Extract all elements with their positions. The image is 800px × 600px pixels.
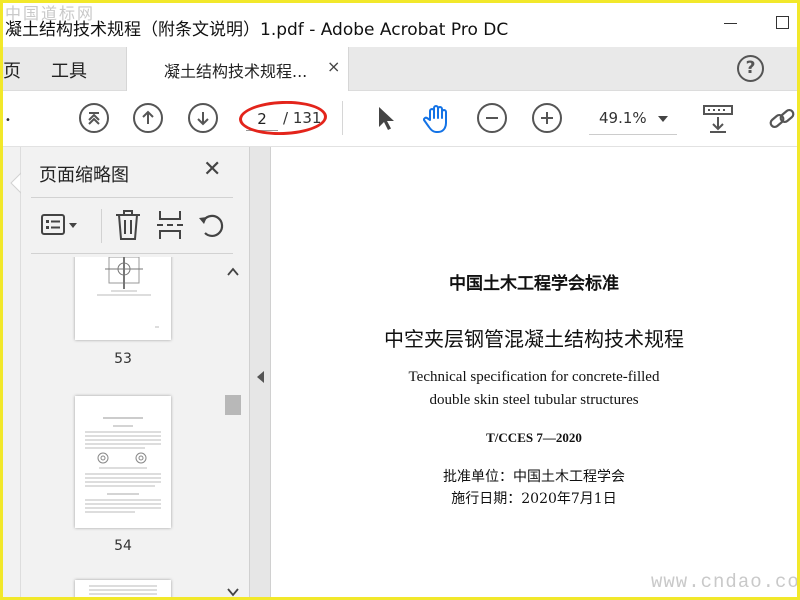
extract-pages-icon[interactable] — [155, 209, 185, 241]
watermark-bottom: www.cndao.com — [651, 571, 800, 593]
toolbar: • 2 / 131 49.1% — [3, 91, 797, 147]
chevron-down-icon[interactable] — [658, 116, 668, 122]
thumbnail-scrollbar[interactable] — [223, 259, 241, 599]
zoom-underline — [589, 134, 677, 135]
app-window: 中国道标网 凝土结构技术规程（附条文说明）1.pdf - Adobe Acrob… — [0, 0, 800, 600]
page-thumbnails-panel: 页面缩略图 ✕ 53 54 — [21, 147, 249, 599]
thumbnail-page[interactable] — [75, 580, 171, 597]
hand-tool-icon[interactable] — [421, 103, 451, 133]
doc-approval-unit: 批准单位：中国土木工程学会 — [443, 469, 625, 485]
menu-tools[interactable]: 工具 — [51, 57, 87, 83]
thumbnail-page-number: 54 — [114, 538, 132, 554]
trash-icon[interactable] — [113, 209, 143, 241]
tab-close-button[interactable]: × — [327, 57, 340, 76]
next-page-icon[interactable] — [188, 103, 218, 133]
panel-close-button[interactable]: ✕ — [203, 157, 221, 182]
scroll-thumb[interactable] — [225, 395, 241, 415]
thumbnail-page[interactable] — [75, 396, 171, 528]
zoom-out-icon[interactable] — [477, 103, 507, 133]
zoom-level[interactable]: 49.1% — [599, 109, 647, 127]
panel-title: 页面缩略图 — [39, 165, 129, 186]
tab-bar: 页 工具 凝土结构技术规程... × ? — [3, 47, 797, 92]
panel-divider-2 — [31, 253, 233, 254]
toolbar-separator — [342, 101, 343, 135]
thumbnail-list: 53 54 — [21, 257, 249, 597]
zoom-in-icon[interactable] — [532, 103, 562, 133]
document-tab-label: 凝土结构技术规程... — [164, 62, 308, 81]
menu-home[interactable]: 页 — [3, 57, 21, 83]
doc-header: 中国土木工程学会标准 — [449, 274, 619, 294]
maximize-button[interactable] — [773, 13, 793, 33]
document-tab[interactable]: 凝土结构技术规程... × — [126, 47, 349, 92]
thumbnail-page[interactable] — [75, 257, 171, 340]
document-view[interactable]: 中国土木工程学会标准 中空夹层钢管混凝土结构技术规程 Technical spe… — [271, 147, 797, 597]
first-page-icon[interactable] — [79, 103, 109, 133]
minimize-button[interactable] — [721, 13, 741, 33]
overflow-dot: • — [5, 115, 11, 126]
scroll-down-icon[interactable] — [225, 585, 241, 599]
rotate-icon[interactable] — [197, 209, 227, 241]
nav-strip — [3, 147, 21, 597]
thumbnail-page-number: 53 — [114, 351, 132, 367]
collapse-panel-icon[interactable] — [257, 371, 264, 383]
highlight-ellipse — [238, 99, 328, 137]
doc-standard-code: T/CCES 7—2020 — [486, 430, 582, 445]
link-icon[interactable] — [767, 103, 797, 133]
doc-english-title-1: Technical specification for concrete-fil… — [408, 369, 660, 385]
panel-tools-separator — [101, 209, 102, 243]
scroll-up-icon[interactable] — [225, 265, 241, 279]
options-menu-icon[interactable] — [41, 213, 81, 239]
scroll-mode-icon[interactable] — [702, 103, 733, 133]
panel-pointer-icon — [10, 172, 21, 194]
select-tool-icon[interactable] — [371, 103, 401, 133]
panel-toolbar — [31, 205, 233, 249]
panel-divider — [31, 197, 233, 198]
doc-effective-date: 施行日期：2020年7月1日 — [451, 491, 617, 507]
panel-splitter[interactable] — [249, 147, 271, 597]
help-icon[interactable]: ? — [737, 55, 764, 82]
title-bar: 中国道标网 凝土结构技术规程（附条文说明）1.pdf - Adobe Acrob… — [3, 3, 797, 47]
previous-page-icon[interactable] — [133, 103, 163, 133]
doc-title: 中空夹层钢管混凝土结构技术规程 — [384, 327, 684, 351]
doc-english-title-2: double skin steel tubular structures — [429, 392, 639, 408]
window-title: 凝土结构技术规程（附条文说明）1.pdf - Adobe Acrobat Pro… — [5, 20, 509, 40]
